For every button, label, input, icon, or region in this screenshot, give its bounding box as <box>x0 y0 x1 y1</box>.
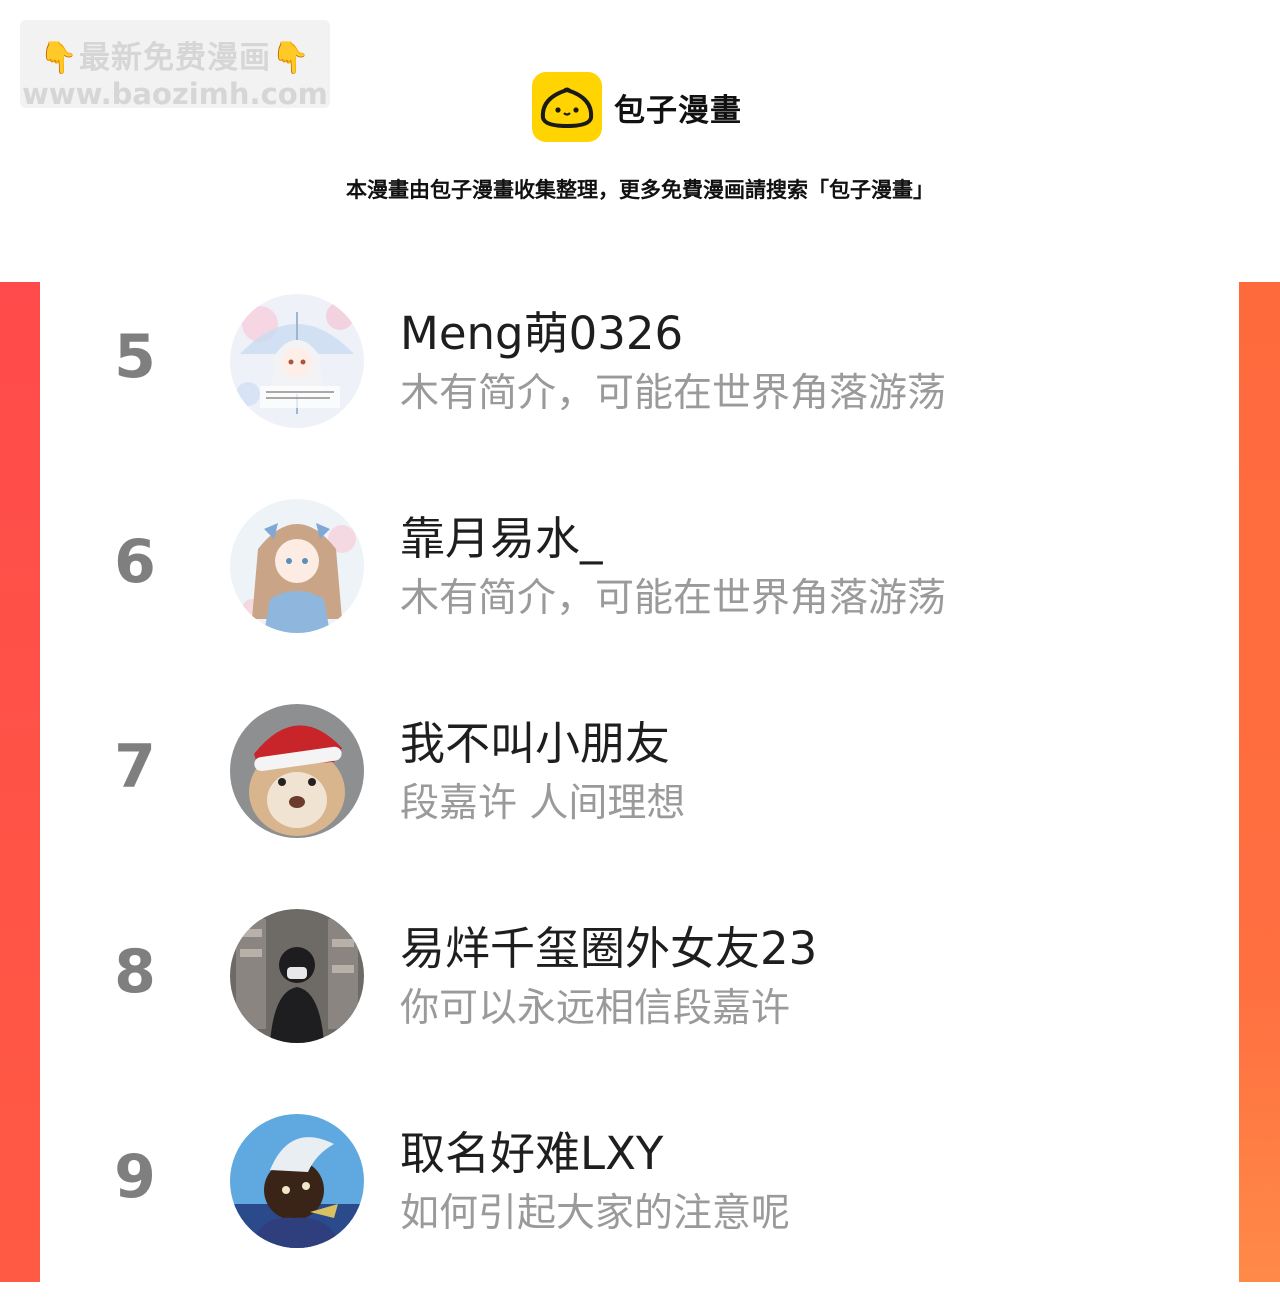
ranking-row[interactable]: 8 易烊千玺圈外女友23 你可以永远相信段嘉许 <box>40 897 1239 1102</box>
watermark-title: 👇最新免费漫画👇 <box>39 40 311 76</box>
user-name[interactable]: Meng萌0326 <box>400 297 683 362</box>
user-bio: 如何引起大家的注意呢 <box>400 1191 791 1236</box>
ranking-row[interactable]: 7 我不叫小朋友 段嘉许 人间理想 <box>40 692 1239 897</box>
watermark-url: www.baozimh.com <box>22 77 328 111</box>
anime-girl-umbrella-avatar[interactable] <box>230 294 364 428</box>
ranking-row[interactable]: 9 取名好难LXY 如何引起大家的注意呢 <box>40 1102 1239 1307</box>
rank-number: 5 <box>114 322 156 392</box>
ranking-row[interactable]: 6 靠月易水_ 木有简介，可能在世界角落游荡 <box>40 487 1239 692</box>
ranking-row[interactable]: 5 Meng萌0326 木有简介，可能在世界角落游荡 <box>40 282 1239 487</box>
ranking-list: 5 Meng萌0326 木有简介，可能在世界角落游荡 6 靠月易水_ 木有简介，… <box>40 282 1239 1282</box>
baozi-logo-icon <box>532 72 602 142</box>
brand-header: 包子漫畫 <box>532 72 742 142</box>
user-name[interactable]: 易烊千玺圈外女友23 <box>400 912 817 977</box>
masked-person-photo-avatar[interactable] <box>230 909 364 1043</box>
rank-number: 6 <box>114 527 156 597</box>
brand-name: 包子漫畫 <box>614 92 742 129</box>
user-bio: 你可以永远相信段嘉许 <box>400 986 791 1031</box>
rank-number: 7 <box>114 732 156 802</box>
left-accent-bar <box>0 282 40 1282</box>
user-name[interactable]: 靠月易水_ <box>400 502 603 567</box>
user-bio: 木有简介，可能在世界角落游荡 <box>400 576 947 621</box>
rank-number: 9 <box>114 1142 156 1212</box>
hamster-santa-hat-avatar[interactable] <box>230 704 364 838</box>
rank-number: 8 <box>114 937 156 1007</box>
user-name[interactable]: 我不叫小朋友 <box>400 707 670 772</box>
cartoon-character-sky-avatar[interactable] <box>230 1114 364 1248</box>
source-notice: 本漫畫由包子漫畫收集整理，更多免費漫画請搜索「包子漫畫」 <box>346 178 934 202</box>
user-bio: 木有简介，可能在世界角落游荡 <box>400 371 947 416</box>
right-accent-bar <box>1239 282 1280 1282</box>
user-bio: 段嘉许 人间理想 <box>400 781 686 826</box>
watermark-badge: 👇最新免费漫画👇 www.baozimh.com <box>20 20 330 111</box>
user-name[interactable]: 取名好难LXY <box>400 1117 663 1182</box>
anime-girl-blue-dress-avatar[interactable] <box>230 499 364 633</box>
